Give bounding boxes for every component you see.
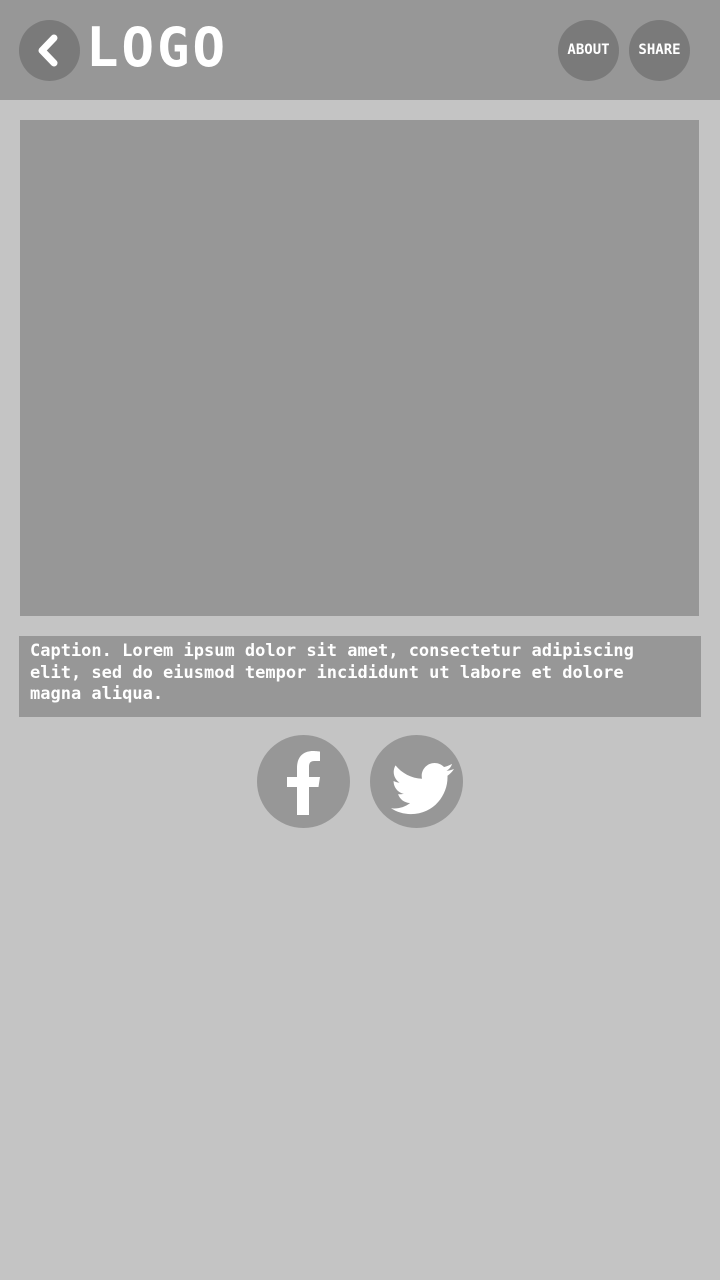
facebook-share-button[interactable] (257, 735, 350, 828)
logo[interactable]: LOGO (86, 20, 228, 76)
app-header: LOGO ABOUT SHARE (0, 0, 720, 100)
twitter-icon (391, 763, 454, 815)
chevron-left-icon (38, 34, 58, 67)
twitter-share-button[interactable] (370, 735, 463, 828)
facebook-icon (287, 751, 320, 815)
about-button[interactable]: ABOUT (558, 20, 619, 81)
caption-box: Caption. Lorem ipsum dolor sit amet, con… (19, 636, 701, 717)
caption-text: Caption. Lorem ipsum dolor sit amet, con… (30, 641, 634, 704)
share-button[interactable]: SHARE (629, 20, 690, 81)
back-button[interactable] (19, 20, 80, 81)
main-image-placeholder (20, 120, 699, 616)
